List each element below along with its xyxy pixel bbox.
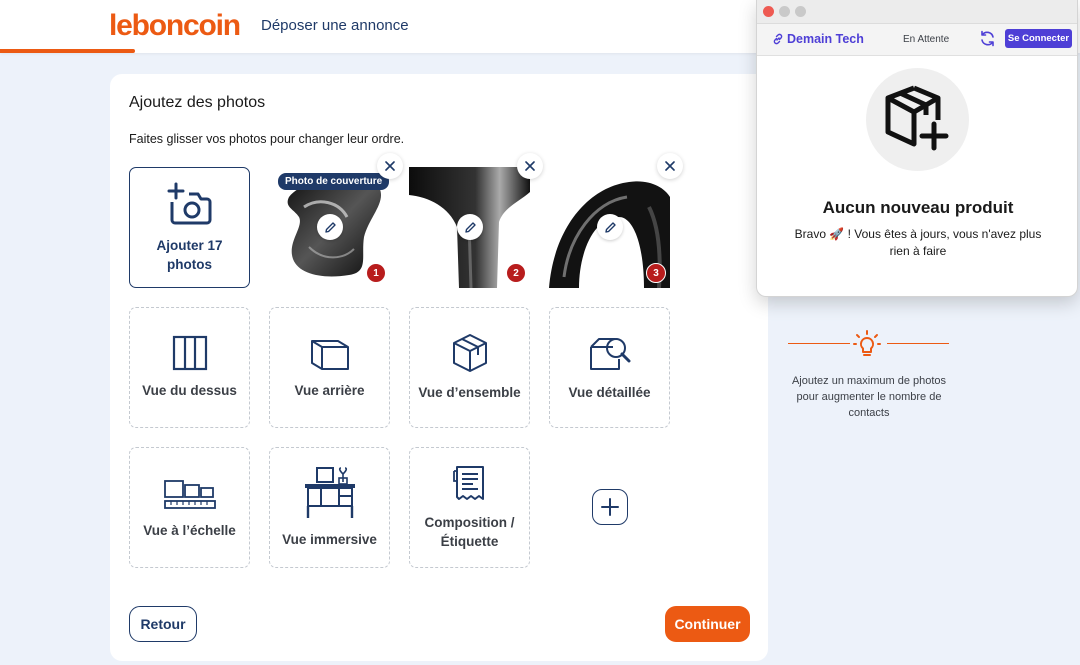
- back-button[interactable]: Retour: [129, 606, 197, 642]
- suggestion-label: Composition / Étiquette: [424, 514, 515, 549]
- detail-view-icon: [589, 338, 630, 370]
- remove-photo-button[interactable]: [377, 153, 403, 179]
- tip-text: Ajoutez un maximum de photos pour augmen…: [791, 375, 947, 419]
- cover-photo-badge: Photo de couverture: [278, 173, 390, 190]
- close-icon: [525, 161, 535, 171]
- leboncoin-logo[interactable]: leboncoin: [109, 9, 241, 43]
- shop-link[interactable]: Demain Tech: [772, 32, 864, 46]
- refresh-icon: [981, 30, 994, 47]
- top-view-icon: [172, 335, 207, 371]
- photo-thumbnail[interactable]: 3: [549, 167, 670, 288]
- suggestion-label: Vue détaillée: [568, 385, 651, 400]
- suggestion-top-view[interactable]: Vue du dessus: [129, 307, 250, 428]
- pencil-icon: [324, 221, 336, 233]
- photo-thumbnail[interactable]: 2: [409, 167, 530, 288]
- minimize-window-button[interactable]: [779, 6, 790, 17]
- tip-divider-left: [788, 343, 850, 344]
- shop-name: Demain Tech: [787, 32, 864, 46]
- suggestion-label: Vue à l’échelle: [143, 523, 236, 538]
- photo-order-badge: 1: [366, 263, 386, 283]
- tip-divider-right: [887, 343, 949, 344]
- close-window-button[interactable]: [763, 6, 774, 17]
- pencil-icon: [464, 221, 476, 233]
- suggestion-scale-view[interactable]: Vue à l’échelle: [129, 447, 250, 568]
- plus-icon: [601, 498, 619, 516]
- connect-button[interactable]: Se Connecter: [1005, 29, 1072, 48]
- close-icon: [385, 161, 395, 171]
- edit-photo-button[interactable]: [317, 214, 343, 240]
- empty-state-text: Bravo 🚀 ! Vous êtes à jours, vous n'avez…: [794, 227, 1042, 258]
- suggestion-label-view[interactable]: Composition / Étiquette: [409, 447, 530, 568]
- page-subtitle: Faites glisser vos photos pour changer l…: [129, 132, 405, 146]
- overall-view-icon: [452, 334, 487, 372]
- status-text: En Attente: [903, 34, 950, 45]
- scale-view-icon: [163, 480, 216, 509]
- window-titlebar: [757, 0, 1077, 24]
- suggestion-immersive-view[interactable]: Vue immersive: [269, 447, 390, 568]
- extension-popup: Demain Tech En Attente Se Connecter Aucu…: [756, 0, 1078, 297]
- suggestion-label: Vue du dessus: [142, 383, 237, 398]
- photo-order-badge: 3: [646, 263, 666, 283]
- progress-bar: [0, 49, 135, 53]
- remove-photo-button[interactable]: [517, 153, 543, 179]
- suggestion-detail-view[interactable]: Vue détaillée: [549, 307, 670, 428]
- photo-order-badge: 2: [506, 263, 526, 283]
- empty-state-illustration: [866, 68, 969, 171]
- immersive-view-icon: [304, 467, 355, 518]
- close-icon: [665, 161, 675, 171]
- suggestion-label: Vue immersive: [282, 532, 377, 547]
- suggestion-label: Vue arrière: [294, 383, 365, 398]
- pencil-icon: [604, 221, 616, 233]
- back-view-icon: [310, 340, 349, 370]
- page-title: Ajoutez des photos: [129, 94, 266, 111]
- link-icon: [773, 33, 783, 45]
- box-plus-icon: [885, 85, 948, 150]
- add-photos-button[interactable]: Ajouter 17 photos: [129, 167, 250, 288]
- maximize-window-button[interactable]: [795, 6, 806, 17]
- suggestion-overall-view[interactable]: Vue d’ensemble: [409, 307, 530, 428]
- add-photos-label: Ajouter 17 photos: [156, 237, 223, 272]
- popup-header: Demain Tech En Attente Se Connecter: [757, 24, 1077, 56]
- edit-photo-button[interactable]: [597, 214, 623, 240]
- empty-state-title: Aucun nouveau produit: [822, 198, 1014, 217]
- lightbulb-icon: [853, 330, 881, 356]
- label-icon: [452, 465, 484, 500]
- add-suggestion-button[interactable]: [592, 489, 628, 525]
- deposer-annonce-link[interactable]: Déposer une annonce: [261, 17, 409, 34]
- edit-photo-button[interactable]: [457, 214, 483, 240]
- remove-photo-button[interactable]: [657, 153, 683, 179]
- suggestion-back-view[interactable]: Vue arrière: [269, 307, 390, 428]
- continue-button[interactable]: Continuer: [665, 606, 750, 642]
- add-camera-icon: [167, 182, 211, 224]
- refresh-button[interactable]: [979, 30, 996, 52]
- suggestion-label: Vue d’ensemble: [418, 385, 521, 400]
